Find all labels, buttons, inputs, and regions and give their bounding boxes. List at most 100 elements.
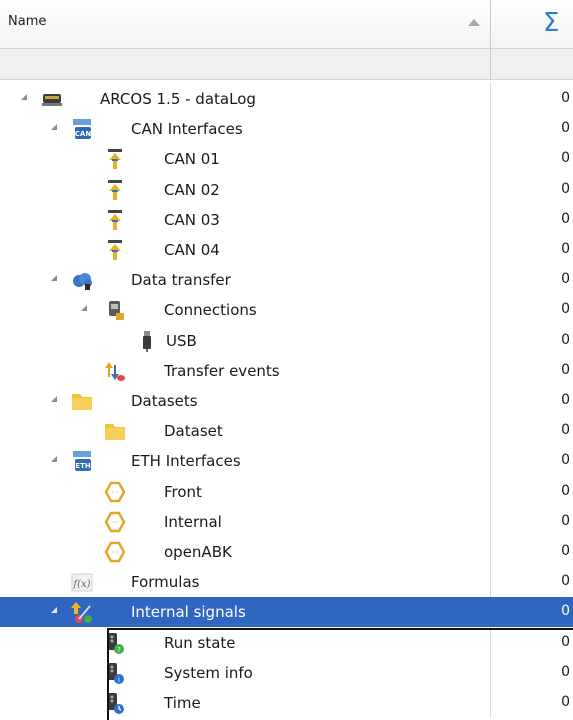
tree-row-count: 0 [561,663,570,680]
tree-row-label: Transfer events [164,361,280,380]
tree-row[interactable]: CAN 01 0 [0,144,573,174]
tree-row-count: 0 [561,633,570,650]
name-column-header[interactable]: Name [0,0,491,48]
tree-row[interactable]: i System info 0 [0,658,573,688]
tree-row[interactable]: ··· Internal 0 [0,507,573,537]
tree-row[interactable]: ··· Front 0 [0,477,573,507]
expand-toggle-icon[interactable] [51,396,57,402]
tree-row[interactable]: Time 0 [0,688,573,718]
svg-text:CAN: CAN [75,130,92,138]
tree-row-count: 0 [561,150,570,167]
tree-row-label: Run state [164,633,236,652]
internal-signals-icon [70,600,94,624]
eth-port-icon: ··· [103,540,127,564]
can-port-icon [103,147,127,171]
tree-row[interactable]: f(x) Formulas 0 [0,567,573,597]
expand-toggle-icon[interactable] [51,124,57,131]
tree-row-count: 0 [561,452,570,469]
tree-row-count: 0 [561,422,570,439]
expand-toggle-icon[interactable] [51,456,57,463]
tree-row-label: CAN 01 [164,150,220,169]
tree-row[interactable]: ETH ETH Interfaces 0 [0,446,573,476]
tree-row-label: System info [164,663,253,682]
eth-interfaces-icon: ETH [70,449,94,473]
tree-row-label: CAN 02 [164,180,220,199]
expand-toggle-icon[interactable] [51,607,57,614]
tree-row-label: Internal [164,512,222,531]
tree-row-label: ETH Interfaces [131,452,241,471]
tree-row[interactable]: CAN 04 0 [0,235,573,265]
tree-row-count: 0 [561,573,570,590]
tree-row[interactable]: ? Run state 0 [0,628,573,658]
column-header-row: Name Σ [0,0,573,49]
tree-row[interactable]: USB 0 [0,326,573,356]
filter-row [0,49,573,80]
can-port-icon [103,238,127,262]
tree-row[interactable]: Datasets 0 [0,386,573,416]
tree-row-label: Dataset [164,422,223,441]
tree-row[interactable]: Connections 0 [0,295,573,325]
tree-row-label: Formulas [131,573,200,592]
cloud-transfer-icon [70,268,94,292]
datalogger-device-icon [40,87,64,111]
tree-row-label: Connections [164,301,257,320]
tree-row-label: Datasets [131,392,198,410]
tree-row-label: ARCOS 1.5 - dataLog [100,90,256,108]
signal-info-icon: i [103,661,127,685]
tree-row-label: CAN 04 [164,241,220,259]
expand-toggle-icon[interactable] [81,305,87,312]
tree-row[interactable]: ··· openABK 0 [0,537,573,567]
transfer-events-icon [103,359,127,383]
tree-row-count: 0 [561,482,570,499]
tree-row-count: 0 [561,301,570,318]
svg-text:?: ? [117,646,121,654]
connections-icon [103,298,127,322]
tree-row[interactable]: Transfer events 0 [0,356,573,386]
svg-text:f(x): f(x) [72,579,90,590]
sum-column-header[interactable]: Σ [543,10,559,36]
tree-row-count: 0 [561,241,570,257]
tree-row[interactable]: ARCOS 1.5 - dataLog 0 [0,84,573,114]
can-port-icon [103,178,127,202]
eth-port-icon: ··· [103,510,127,534]
tree-row-count: 0 [561,180,570,197]
tree-row[interactable]: CAN 02 0 [0,175,573,205]
tree-header: Name Σ [0,0,573,82]
tree-row-count: 0 [561,603,570,620]
tree-row-label: CAN 03 [164,210,220,229]
tree-row-count: 0 [561,694,570,710]
name-column-label: Name [8,14,47,29]
tree-row-count: 0 [561,512,570,529]
tree-row-count: 0 [561,120,570,137]
tree-row-count: 0 [561,331,570,348]
svg-text:ETH: ETH [75,462,91,470]
tree-row-label: openABK [164,543,232,561]
tree-row[interactable]: Internal signals 0 [0,597,573,628]
tree-row-label: Time [164,694,201,712]
tree-row[interactable]: Data transfer 0 [0,265,573,295]
expand-toggle-icon[interactable] [51,275,57,282]
tree-row-count: 0 [561,361,570,378]
folder-icon [70,389,94,413]
tree-row-label: Data transfer [131,271,231,290]
usb-icon [135,329,159,353]
tree-row[interactable]: CAN 03 0 [0,205,573,235]
tree-row-count: 0 [561,392,570,408]
tree-row-label: USB [166,331,197,350]
tree-row-label: Internal signals [131,603,246,622]
signal-time-icon [103,691,127,715]
tree-row[interactable]: CAN CAN Interfaces 0 [0,114,573,144]
svg-text:···: ··· [111,488,119,497]
svg-text:···: ··· [111,548,119,557]
name-filter-cell[interactable] [0,49,491,79]
tree-row-label: CAN Interfaces [131,120,243,139]
svg-text:i: i [118,676,120,684]
can-port-icon [103,208,127,232]
formula-icon: f(x) [70,570,94,594]
tree-row[interactable]: Dataset 0 [0,416,573,446]
tree-row-count: 0 [561,271,570,288]
tree-row-count: 0 [561,90,570,106]
sort-ascending-icon[interactable] [468,19,480,26]
expand-toggle-icon[interactable] [21,94,27,100]
tree-row-count: 0 [561,210,570,227]
